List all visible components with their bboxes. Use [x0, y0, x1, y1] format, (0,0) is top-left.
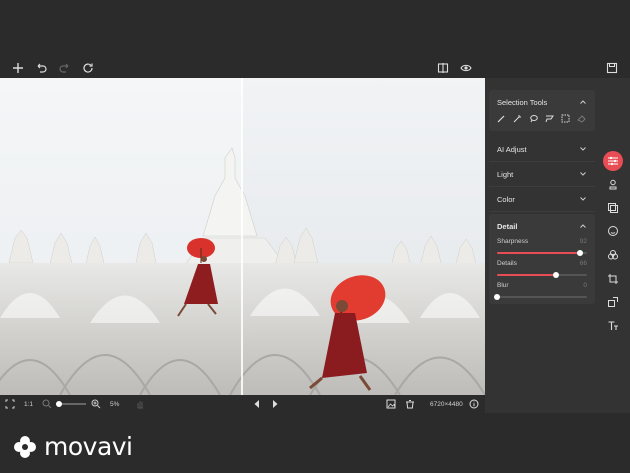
zoom-value: 5%: [110, 400, 120, 408]
chevron-down-icon: [580, 197, 586, 201]
previous-image-icon[interactable]: [252, 398, 262, 410]
slider-label: Sharpness: [497, 238, 529, 245]
eraser-icon[interactable]: [577, 114, 586, 123]
slider-value: 66: [579, 260, 587, 267]
sharpness-slider[interactable]: Sharpness 92: [489, 238, 595, 260]
chevron-down-icon: [580, 147, 586, 151]
top-toolbar: [0, 58, 630, 78]
zoom-slider[interactable]: [56, 398, 86, 410]
info-icon[interactable]: [469, 398, 479, 410]
slider-label: Blur: [497, 282, 509, 289]
photo-canvas[interactable]: [0, 78, 485, 395]
slider-value: 0: [583, 282, 587, 289]
zoom-level: 5%: [110, 398, 119, 410]
movavi-logo-icon: [14, 435, 36, 458]
redo-icon[interactable]: [57, 60, 73, 76]
selection-tools-header[interactable]: Selection Tools: [489, 90, 595, 114]
ai-adjust-label: AI Adjust: [497, 144, 527, 154]
blur-slider[interactable]: Blur 0: [489, 282, 595, 304]
next-image-icon[interactable]: [270, 398, 280, 410]
slider-fill: [497, 274, 557, 276]
magic-wand-icon[interactable]: [513, 114, 522, 123]
plus-icon[interactable]: [10, 60, 26, 76]
slider-fill: [497, 252, 580, 254]
light-section[interactable]: Light: [489, 162, 595, 187]
zoom-in-icon[interactable]: [91, 398, 101, 410]
zoom-out-icon[interactable]: [42, 398, 52, 410]
fit-screen-icon[interactable]: [5, 398, 15, 410]
image-dimensions: 6720×4480: [430, 398, 463, 410]
actual-size-button[interactable]: 1:1: [24, 398, 33, 410]
photo-image: [0, 78, 485, 395]
slider-handle[interactable]: [494, 294, 500, 300]
hand-icon[interactable]: [135, 398, 145, 410]
movavi-logo: movavi: [12, 432, 133, 461]
polygon-lasso-icon[interactable]: [545, 114, 554, 123]
effects-icon[interactable]: [603, 245, 623, 265]
compare-icon[interactable]: [435, 60, 451, 76]
rect-select-icon[interactable]: [561, 114, 570, 123]
detail-header[interactable]: Detail: [489, 214, 595, 238]
slider-track[interactable]: [494, 294, 587, 300]
slider-handle[interactable]: [553, 272, 560, 278]
app-window: Selection Tools AI Adjust Light Color De…: [0, 0, 630, 473]
image-dimensions-value: 6720×4480: [430, 400, 463, 408]
rotate-icon[interactable]: [80, 60, 96, 76]
stamp-tool-icon[interactable]: [603, 175, 623, 195]
selection-tools-title: Selection Tools: [497, 97, 548, 107]
selection-tools-row: [489, 114, 595, 131]
chevron-up-icon: [580, 100, 586, 104]
adjust-tool-icon[interactable]: [603, 151, 623, 171]
delete-icon[interactable]: [405, 398, 415, 410]
selection-tools-section: Selection Tools: [489, 90, 595, 131]
ai-adjust-section[interactable]: AI Adjust: [489, 137, 595, 162]
face-retouch-icon[interactable]: [603, 221, 623, 241]
chevron-up-icon: [580, 224, 586, 228]
replace-background-icon[interactable]: [603, 198, 623, 218]
actual-size-label: 1:1: [24, 400, 34, 408]
movavi-logo-text: movavi: [44, 432, 133, 461]
image-info-icon[interactable]: [386, 398, 396, 410]
slider-track[interactable]: [497, 250, 587, 256]
slider-handle[interactable]: [576, 250, 583, 256]
slider-track[interactable]: [497, 272, 587, 278]
slider-label: Details: [497, 260, 517, 267]
detail-section: Detail Sharpness 92 Details 66 Blur 0: [489, 214, 595, 304]
eye-icon[interactable]: [458, 60, 474, 76]
lasso-icon[interactable]: [529, 114, 538, 123]
light-label: Light: [497, 169, 514, 179]
resize-icon[interactable]: [603, 292, 623, 312]
slider-value: 92: [579, 238, 587, 245]
brush-icon[interactable]: [497, 114, 506, 123]
details-slider[interactable]: Details 66: [489, 260, 595, 282]
bottom-toolbar: 1:1 5% 6720×4480: [0, 395, 485, 413]
color-section[interactable]: Color: [489, 187, 595, 212]
detail-title: Detail: [497, 221, 518, 231]
undo-icon[interactable]: [33, 60, 49, 76]
text-tool-icon[interactable]: [603, 316, 623, 336]
crop-icon[interactable]: [603, 269, 623, 289]
save-icon[interactable]: [604, 60, 620, 76]
chevron-down-icon: [580, 172, 586, 176]
zoom-slider-handle[interactable]: [56, 401, 62, 407]
color-label: Color: [497, 194, 515, 204]
